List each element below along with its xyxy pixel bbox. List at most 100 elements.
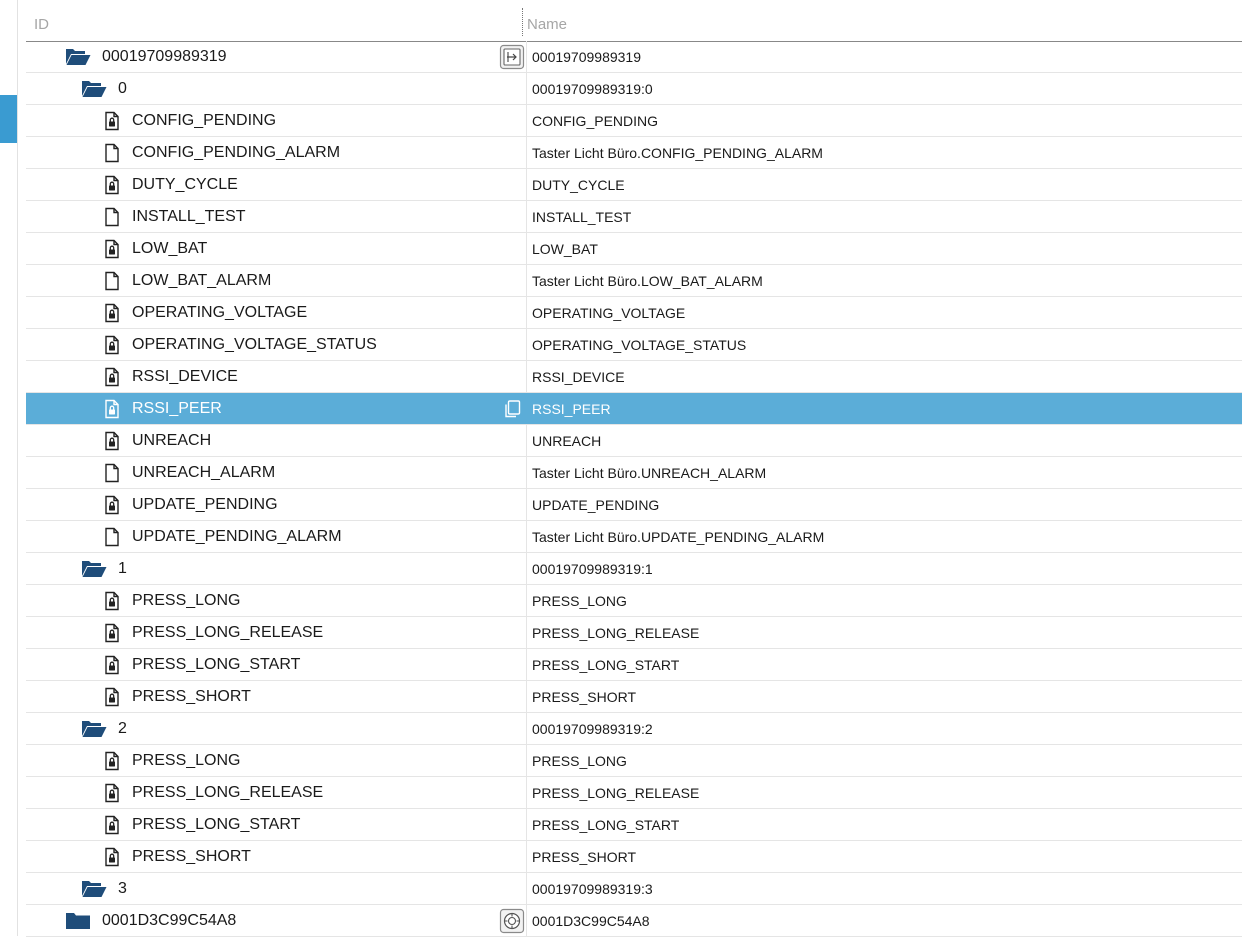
id-cell[interactable]: PRESS_LONG_START	[26, 649, 526, 680]
device-info-button[interactable]	[499, 44, 525, 70]
tree-folder-row[interactable]: 3 00019709989319:3	[26, 873, 1242, 905]
id-cell[interactable]: LOW_BAT	[26, 233, 526, 264]
id-cell[interactable]: CONFIG_PENDING	[26, 105, 526, 136]
object-name-label: 00019709989319:1	[532, 561, 653, 577]
column-resize-handle[interactable]	[522, 8, 523, 36]
column-divider	[526, 41, 527, 72]
column-divider	[526, 617, 527, 648]
tree-state-row[interactable]: PRESS_LONG_START PRESS_LONG_START	[26, 649, 1242, 681]
tree-state-row[interactable]: OPERATING_VOLTAGE_STATUS OPERATING_VOLTAG…	[26, 329, 1242, 361]
id-cell[interactable]: PRESS_SHORT	[26, 841, 526, 872]
id-cell[interactable]: OPERATING_VOLTAGE	[26, 297, 526, 328]
locked-file-icon	[102, 655, 122, 675]
tree-state-row[interactable]: PRESS_LONG PRESS_LONG	[26, 585, 1242, 617]
tree-state-row[interactable]: RSSI_DEVICE RSSI_DEVICE	[26, 361, 1242, 393]
tree-folder-row[interactable]: 2 00019709989319:2	[26, 713, 1242, 745]
tree-state-row[interactable]: INSTALL_TEST INSTALL_TEST	[26, 201, 1242, 233]
id-cell[interactable]: PRESS_LONG	[26, 745, 526, 776]
object-id-label: OPERATING_VOLTAGE	[132, 304, 308, 321]
id-cell[interactable]: UNREACH_ALARM	[26, 457, 526, 488]
tree-state-row[interactable]: PRESS_LONG PRESS_LONG	[26, 745, 1242, 777]
tree-state-row[interactable]: RSSI_PEER RSSI_PEER	[26, 393, 1242, 425]
tree-state-row[interactable]: UNREACH UNREACH	[26, 425, 1242, 457]
id-cell[interactable]: OPERATING_VOLTAGE_STATUS	[26, 329, 526, 360]
id-cell[interactable]: RSSI_DEVICE	[26, 361, 526, 392]
tree-state-row[interactable]: CONFIG_PENDING_ALARM Taster Licht Büro.CO…	[26, 137, 1242, 169]
object-id-label: 1	[118, 560, 127, 577]
column-divider	[526, 457, 527, 488]
tree-state-row[interactable]: PRESS_LONG_RELEASE PRESS_LONG_RELEASE	[26, 777, 1242, 809]
object-name-label: 0001D3C99C54A8	[532, 913, 650, 929]
id-cell[interactable]: 0001D3C99C54A8	[26, 905, 526, 936]
object-id-label: PRESS_LONG	[132, 592, 241, 609]
file-icon	[102, 527, 122, 547]
tree-state-row[interactable]: PRESS_SHORT PRESS_SHORT	[26, 841, 1242, 873]
tree-folder-row[interactable]: 00019709989319 00019709989319	[26, 41, 1242, 73]
object-name-label: OPERATING_VOLTAGE_STATUS	[532, 337, 747, 353]
tree-folder-row[interactable]: 0 00019709989319:0	[26, 73, 1242, 105]
id-column-header[interactable]: ID	[34, 16, 49, 33]
tree-state-row[interactable]: UPDATE_PENDING_ALARM Taster Licht Büro.UP…	[26, 521, 1242, 553]
object-name-label: PRESS_SHORT	[532, 849, 636, 865]
object-name-label: UNREACH	[532, 433, 602, 449]
name-column-header[interactable]: Name	[527, 16, 567, 33]
tree-folder-row[interactable]: 1 00019709989319:1	[26, 553, 1242, 585]
column-divider	[526, 233, 527, 264]
tree-state-row[interactable]: LOW_BAT_ALARM Taster Licht Büro.LOW_BAT_A…	[26, 265, 1242, 297]
column-divider	[526, 105, 527, 136]
tree-header: ID Name	[26, 0, 1242, 42]
folder-open-icon[interactable]	[81, 879, 107, 899]
id-cell[interactable]: DUTY_CYCLE	[26, 169, 526, 200]
tree-state-row[interactable]: PRESS_LONG_RELEASE PRESS_LONG_RELEASE	[26, 617, 1242, 649]
id-cell[interactable]: 0	[26, 73, 526, 104]
object-name-label: UPDATE_PENDING	[532, 497, 660, 513]
id-cell[interactable]: UNREACH	[26, 425, 526, 456]
tree-state-row[interactable]: UPDATE_PENDING UPDATE_PENDING	[26, 489, 1242, 521]
tree-state-row[interactable]: DUTY_CYCLE DUTY_CYCLE	[26, 169, 1242, 201]
id-cell[interactable]: 2	[26, 713, 526, 744]
id-cell[interactable]: INSTALL_TEST	[26, 201, 526, 232]
column-divider	[526, 841, 527, 872]
object-name-label: PRESS_LONG_RELEASE	[532, 785, 700, 801]
tree-state-row[interactable]: UNREACH_ALARM Taster Licht Büro.UNREACH_A…	[26, 457, 1242, 489]
object-id-label: UPDATE_PENDING	[132, 496, 278, 513]
id-cell[interactable]: UPDATE_PENDING	[26, 489, 526, 520]
tree-state-row[interactable]: PRESS_SHORT PRESS_SHORT	[26, 681, 1242, 713]
tree-folder-row[interactable]: 0001D3C99C54A8 0001D3C99C54A8	[26, 905, 1242, 937]
id-cell[interactable]: PRESS_SHORT	[26, 681, 526, 712]
object-name-label: RSSI_PEER	[532, 401, 611, 417]
id-cell[interactable]: PRESS_LONG_START	[26, 809, 526, 840]
object-name-label: RSSI_DEVICE	[532, 369, 625, 385]
locked-file-icon	[102, 239, 122, 259]
id-cell[interactable]: PRESS_LONG_RELEASE	[26, 777, 526, 808]
tree-state-row[interactable]: OPERATING_VOLTAGE OPERATING_VOLTAGE	[26, 297, 1242, 329]
id-cell[interactable]: 1	[26, 553, 526, 584]
id-cell[interactable]: PRESS_LONG_RELEASE	[26, 617, 526, 648]
folder-open-icon[interactable]	[81, 79, 107, 99]
id-cell[interactable]: RSSI_PEER	[26, 393, 526, 424]
object-name-label: PRESS_LONG_START	[532, 817, 680, 833]
id-cell[interactable]: CONFIG_PENDING_ALARM	[26, 137, 526, 168]
copy-id-button[interactable]	[502, 399, 522, 419]
tree-state-row[interactable]: CONFIG_PENDING CONFIG_PENDING	[26, 105, 1242, 137]
folder-open-icon[interactable]	[81, 719, 107, 739]
id-cell[interactable]: UPDATE_PENDING_ALARM	[26, 521, 526, 552]
object-name-label: PRESS_SHORT	[532, 689, 636, 705]
id-cell[interactable]: 3	[26, 873, 526, 904]
id-cell[interactable]: 00019709989319	[26, 41, 526, 72]
folder-open-icon[interactable]	[65, 47, 91, 67]
object-id-label: PRESS_LONG_START	[132, 816, 301, 833]
object-id-label: 00019709989319	[102, 48, 227, 65]
folder-open-icon[interactable]	[81, 559, 107, 579]
id-cell[interactable]: PRESS_LONG	[26, 585, 526, 616]
sidebar-active-indicator[interactable]	[0, 95, 17, 143]
object-id-label: PRESS_LONG	[132, 752, 241, 769]
object-id-label: 0	[118, 80, 127, 97]
id-cell[interactable]: LOW_BAT_ALARM	[26, 265, 526, 296]
tree-state-row[interactable]: PRESS_LONG_START PRESS_LONG_START	[26, 809, 1242, 841]
folder-icon[interactable]	[65, 911, 91, 931]
object-id-label: 0001D3C99C54A8	[102, 912, 237, 929]
tree-state-row[interactable]: LOW_BAT LOW_BAT	[26, 233, 1242, 265]
device-action-button[interactable]	[499, 908, 525, 934]
object-id-label: RSSI_DEVICE	[132, 368, 238, 385]
